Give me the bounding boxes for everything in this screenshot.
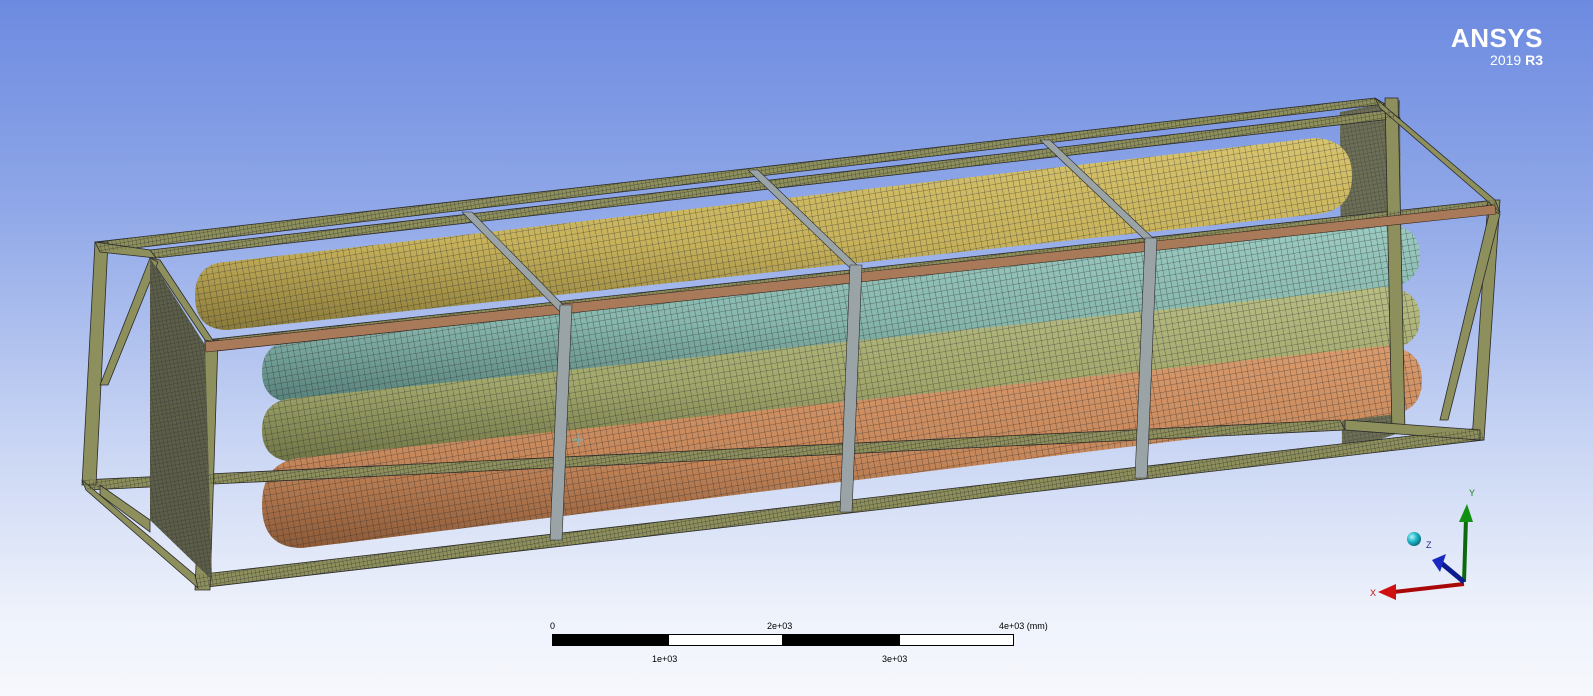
scale-segment-2: [668, 634, 783, 646]
scale-bar: 0 2e+03 4e+03 (mm) 1e+03 3e+03: [550, 620, 1052, 670]
scale-label-1: 1e+03: [652, 654, 678, 664]
axis-triad[interactable]: Y X Z: [1360, 480, 1480, 610]
scale-label-3: 3e+03: [882, 654, 908, 664]
y-axis-arrow[interactable]: Y: [1459, 488, 1475, 583]
scale-label-0: 0: [550, 621, 556, 631]
scale-label-4: 4e+03 (mm): [999, 621, 1048, 631]
version-release: R3: [1525, 52, 1543, 68]
z-axis-label: Z: [1426, 540, 1432, 550]
ansys-version: 2019 R3: [1451, 52, 1543, 68]
graphics-viewport[interactable]: ANSYS 2019 R3 0 2e+03 4e+03 (mm) 1e+03 3…: [0, 0, 1593, 696]
version-year: 2019: [1490, 52, 1522, 68]
mesh-model[interactable]: [0, 0, 1593, 696]
scale-segment-3: [783, 634, 899, 646]
y-axis-label: Y: [1469, 488, 1475, 498]
x-axis-arrow[interactable]: X: [1370, 582, 1465, 600]
z-axis-arrow[interactable]: Z: [1426, 540, 1466, 584]
ansys-logo: ANSYS 2019 R3: [1451, 24, 1543, 68]
x-axis-label: X: [1370, 588, 1376, 598]
scale-label-2: 2e+03: [767, 621, 793, 631]
ansys-brand: ANSYS: [1450, 23, 1543, 53]
isometric-view-sphere[interactable]: [1407, 532, 1421, 546]
scale-segment-1: [552, 634, 668, 646]
scale-segment-4: [899, 634, 1014, 646]
